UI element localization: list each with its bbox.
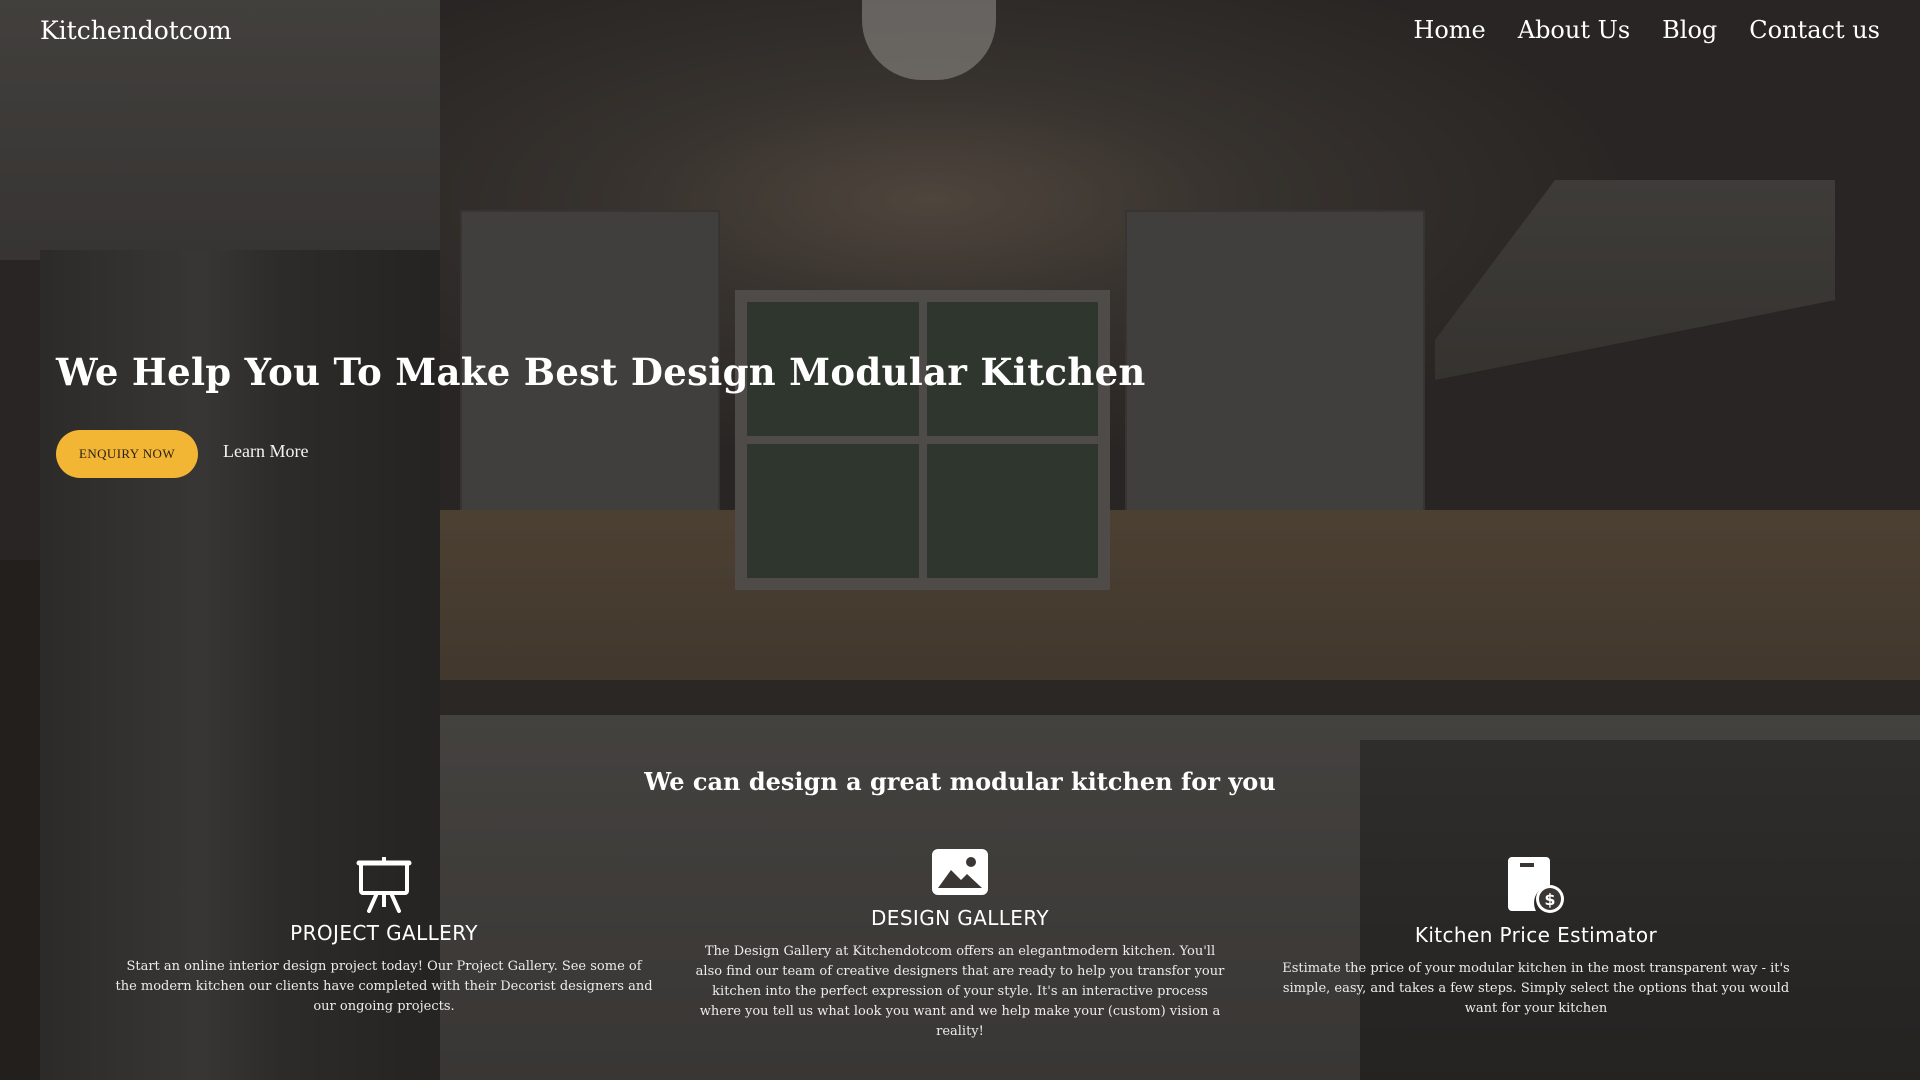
enquiry-now-button[interactable]: ENQUIRY NOW <box>56 430 198 478</box>
feature-title[interactable]: DESIGN GALLERY <box>690 906 1230 930</box>
svg-text:$: $ <box>1544 890 1555 909</box>
nav-about-us[interactable]: About Us <box>1518 16 1630 44</box>
feature-description: Start an online interior design project … <box>115 959 653 1014</box>
site-header: Kitchendotcom Home About Us Blog Contact… <box>0 0 1920 70</box>
presentation-board-icon <box>356 857 412 913</box>
nav-blog[interactable]: Blog <box>1662 16 1717 44</box>
feature-title[interactable]: Kitchen Price Estimator <box>1266 923 1806 947</box>
hero-title: We Help You To Make Best Design Modular … <box>56 350 1146 394</box>
feature-description: The Design Gallery at Kitchendotcom offe… <box>695 944 1225 1039</box>
nav-contact-us[interactable]: Contact us <box>1749 16 1880 44</box>
learn-more-link[interactable]: Learn More <box>223 441 308 462</box>
feature-description: Estimate the price of your modular kitch… <box>1282 961 1790 1016</box>
price-calculator-icon: $ <box>1508 857 1564 913</box>
nav-home[interactable]: Home <box>1413 16 1485 44</box>
brand-logo[interactable]: Kitchendotcom <box>40 16 232 45</box>
feature-project-gallery: PROJECT GALLERY Start an online interior… <box>114 855 654 1017</box>
feature-design-gallery: DESIGN GALLERY The Design Gallery at Kit… <box>690 848 1230 1042</box>
image-icon <box>932 849 988 895</box>
feature-price-estimator: $ Kitchen Price Estimator Estimate the p… <box>1266 855 1806 1019</box>
main-nav: Home About Us Blog Contact us <box>1413 16 1880 44</box>
features-section-title: We can design a great modular kitchen fo… <box>644 767 1276 796</box>
feature-title[interactable]: PROJECT GALLERY <box>114 921 654 945</box>
